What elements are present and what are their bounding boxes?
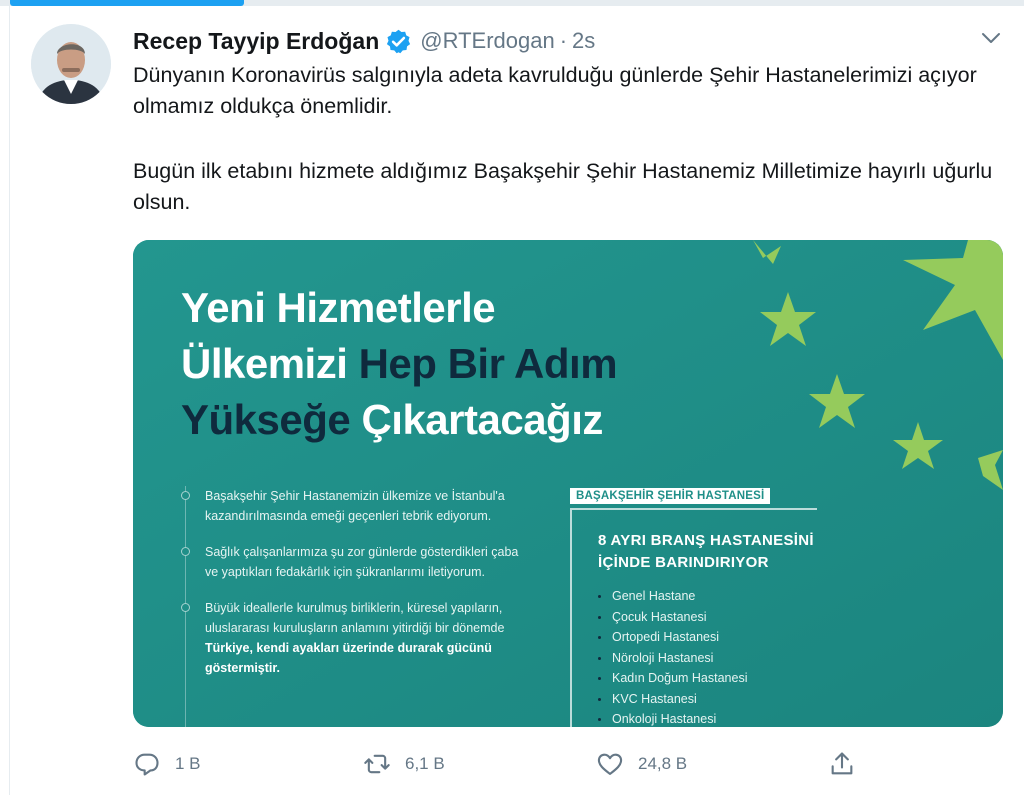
- hospital-info-panel: BAŞAKŞEHİR ŞEHİR HASTANESİ 8 AYRI BRANŞ …: [570, 486, 817, 727]
- bullet-text: Büyük ideallerle kurulmuş birliklerin, k…: [205, 601, 505, 635]
- panel-title: 8 AYRI BRANŞ HASTANESİNİ İÇİNDE BARINDIR…: [598, 530, 814, 574]
- avatar-portrait: [31, 24, 111, 104]
- bullet-dot: [181, 547, 190, 556]
- headline-line-3b: Çıkartacağız: [361, 396, 603, 443]
- headline-line-3a: Yükseğe: [181, 396, 351, 443]
- headline-line-2a: Ülkemizi: [181, 340, 348, 387]
- list-item: Kadın Doğum Hastanesi: [598, 668, 748, 689]
- panel-title-line-2: İÇİNDE BARINDIRIYOR: [598, 554, 769, 571]
- share-button[interactable]: [828, 746, 870, 782]
- tweet-media-image[interactable]: Yeni Hizmetlerle Ülkemizi Hep Bir Adım Y…: [133, 240, 1003, 727]
- headline-line-2b: Hep Bir Adım: [358, 340, 618, 387]
- author-name[interactable]: Recep Tayyip Erdoğan: [133, 28, 379, 55]
- like-button[interactable]: 24,8 B: [596, 746, 687, 782]
- reply-icon: [135, 753, 159, 776]
- retweet-count: 6,1 B: [405, 754, 445, 773]
- list-item: Genel Hastane: [598, 586, 748, 607]
- top-progress-bar: [0, 0, 1024, 6]
- bullet-item: Başakşehir Şehir Hastanemizin ülkemize v…: [181, 486, 533, 526]
- top-progress-segment: [10, 0, 244, 6]
- tweet-text-paragraph-1: Dünyanın Koronavirüs salgınıyla adeta ka…: [133, 63, 977, 118]
- headline-line-1: Yeni Hizmetlerle: [181, 284, 496, 331]
- tweet-header: Recep Tayyip Erdoğan @RTErdogan · 2s: [133, 26, 595, 56]
- tweet-timestamp[interactable]: 2s: [572, 28, 595, 54]
- bullet-dot: [181, 491, 190, 500]
- bullet-dot: [181, 603, 190, 612]
- bullet-text: Başakşehir Şehir Hastanemizin ülkemize v…: [205, 489, 505, 523]
- tweet-actions: 1 B 6,1 B 24,8 B: [133, 746, 1003, 782]
- list-item: Onkoloji Hastanesi: [598, 709, 748, 727]
- timeline-border: [9, 6, 10, 795]
- chevron-down-icon[interactable]: [978, 28, 1004, 48]
- bullet-item: Sağlık çalışanlarımıza şu zor günlerde g…: [181, 542, 533, 582]
- message-bullets: Başakşehir Şehir Hastanemizin ülkemize v…: [181, 486, 533, 694]
- bullet-text: Sağlık çalışanlarımıza şu zor günlerde g…: [205, 545, 519, 579]
- verified-badge-icon: [387, 29, 411, 53]
- list-item: KVC Hastanesi: [598, 689, 748, 710]
- share-icon: [831, 752, 853, 775]
- reply-count: 1 B: [175, 754, 201, 773]
- like-icon: [597, 753, 623, 775]
- list-item: Nöroloji Hastanesi: [598, 648, 748, 669]
- avatar[interactable]: [31, 24, 111, 104]
- author-handle[interactable]: @RTErdogan: [420, 28, 554, 54]
- bullet-item: Büyük ideallerle kurulmuş birliklerin, k…: [181, 598, 533, 678]
- hospital-list: Genel Hastane Çocuk Hastanesi Ortopedi H…: [598, 586, 748, 727]
- like-count: 24,8 B: [638, 754, 688, 773]
- retweet-button[interactable]: 6,1 B: [363, 746, 445, 782]
- header-separator: ·: [559, 28, 568, 53]
- bullet-bold-text: Türkiye, kendi ayakları üzerinde durarak…: [205, 641, 492, 675]
- tweet-text-paragraph-2: Bugün ilk etabını hizmete aldığımız Başa…: [133, 159, 993, 214]
- card-headline: Yeni Hizmetlerle Ülkemizi Hep Bir Adım Y…: [181, 280, 618, 448]
- panel-title-line-1: 8 AYRI BRANŞ HASTANESİNİ: [598, 532, 814, 549]
- list-item: Çocuk Hastanesi: [598, 607, 748, 628]
- list-item: Ortopedi Hastanesi: [598, 627, 748, 648]
- reply-button[interactable]: 1 B: [133, 746, 201, 782]
- retweet-icon: [364, 754, 390, 774]
- panel-tag: BAŞAKŞEHİR ŞEHİR HASTANESİ: [570, 488, 771, 504]
